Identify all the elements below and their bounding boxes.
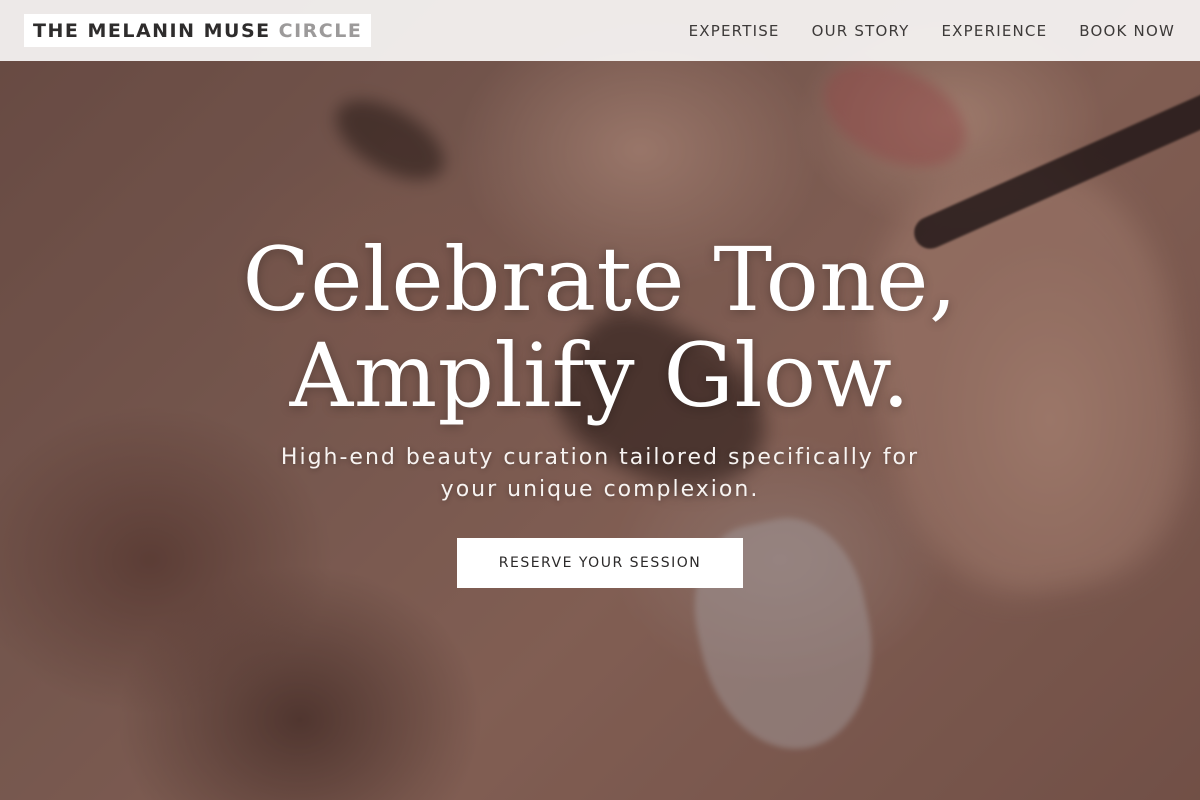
site-header: THE MELANIN MUSE CIRCLE EXPERTISE OUR ST…	[0, 0, 1200, 61]
nav-link-experience[interactable]: EXPERIENCE	[942, 22, 1048, 40]
hero-headline-line-1: Celebrate Tone,	[242, 228, 958, 331]
reserve-session-button[interactable]: RESERVE YOUR SESSION	[457, 538, 743, 588]
brand-name-primary: THE MELANIN MUSE	[33, 19, 271, 42]
nav-link-book-now[interactable]: BOOK NOW	[1079, 22, 1175, 40]
brand-logo[interactable]: THE MELANIN MUSE CIRCLE	[24, 14, 372, 47]
hero-content: Celebrate Tone, Amplify Glow. High-end b…	[0, 232, 1200, 588]
main-nav: EXPERTISE OUR STORY EXPERIENCE BOOK NOW	[689, 22, 1176, 40]
hero-headline: Celebrate Tone, Amplify Glow.	[0, 232, 1200, 424]
nav-link-expertise[interactable]: EXPERTISE	[689, 22, 780, 40]
nav-link-our-story[interactable]: OUR STORY	[812, 22, 910, 40]
brand-name-secondary: CIRCLE	[278, 19, 363, 42]
hero-subheadline: High-end beauty curation tailored specif…	[280, 445, 920, 502]
hero-headline-line-2: Amplify Glow.	[289, 324, 911, 427]
